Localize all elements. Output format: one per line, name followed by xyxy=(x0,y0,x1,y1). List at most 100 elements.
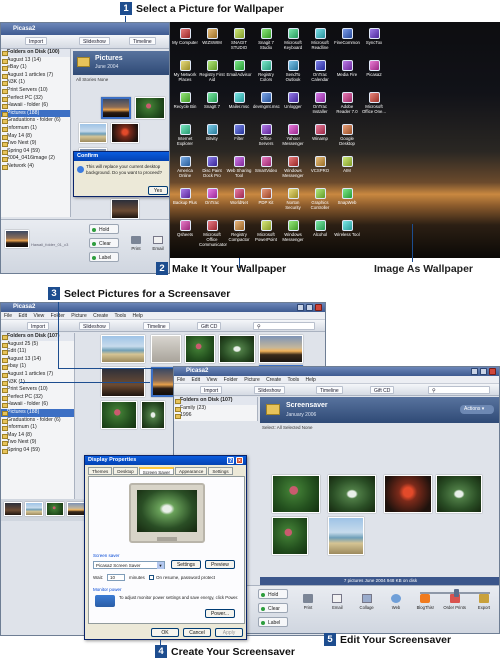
desktop-shortcut[interactable]: Picasa2 xyxy=(361,60,387,77)
desktop-shortcut[interactable]: Windows Messenger xyxy=(280,220,306,242)
folder-item-selected[interactable]: Pictures (188) xyxy=(1,109,70,118)
thumbnail[interactable] xyxy=(328,475,376,513)
import-button[interactable]: Import xyxy=(25,37,48,45)
desktop-shortcut[interactable]: SendTo Outlook xyxy=(280,60,306,82)
folder-item[interactable]: Two Next (9) xyxy=(1,439,74,447)
menu-file[interactable]: File xyxy=(177,377,185,383)
thumbnail[interactable] xyxy=(185,335,215,363)
desktop-shortcut[interactable]: AIM xyxy=(334,156,360,173)
label-button[interactable]: Label xyxy=(258,617,288,627)
menu-picture[interactable]: Picture xyxy=(244,377,260,383)
thumbnail[interactable] xyxy=(141,401,165,429)
desktop-shortcut[interactable]: Unlogger xyxy=(280,92,306,109)
power-button[interactable]: Power... xyxy=(205,609,235,618)
folder-item[interactable]: Family (23) xyxy=(174,405,257,413)
folder-item[interactable]: Edit (11) xyxy=(1,348,74,356)
album-links[interactable]: All Stories None xyxy=(76,77,108,82)
desktop-shortcut[interactable]: Registry First Aid xyxy=(199,60,225,82)
folder-item[interactable]: Informum (1) xyxy=(1,125,70,133)
desktop-shortcut[interactable]: devmgmt.msc xyxy=(253,92,280,109)
folder-item[interactable]: Perfect PC (32) xyxy=(1,95,70,103)
desktop-shortcut[interactable]: Filter xyxy=(226,124,252,141)
hold-button[interactable]: Hold xyxy=(258,589,288,599)
chevron-down-icon[interactable]: ▼ xyxy=(157,562,164,569)
desktop-shortcut[interactable]: Office Servers xyxy=(253,124,279,146)
print-button[interactable]: Print xyxy=(127,234,145,256)
desktop-shortcut[interactable]: My Network Places xyxy=(172,60,198,82)
tab-appearance[interactable]: Appearance xyxy=(175,467,208,475)
thumbnail[interactable] xyxy=(436,475,482,513)
desktop-shortcut[interactable]: Qsheets xyxy=(172,220,198,237)
folder-item[interactable]: 2004_0416image (2) xyxy=(1,155,70,163)
desktop-shortcut[interactable]: OnTrac xyxy=(199,188,225,205)
desktop-shortcut[interactable]: My Computer xyxy=(172,28,198,45)
desktop-shortcut[interactable]: Microsoft Office Communicator xyxy=(199,220,227,247)
menu-picture[interactable]: Picture xyxy=(71,313,87,319)
slideshow-button[interactable]: Slideshow xyxy=(79,322,110,330)
desktop-shortcut[interactable]: Microsoft Readline xyxy=(307,28,333,50)
desktop-shortcut[interactable]: Graphics Controller xyxy=(307,188,333,210)
actions-button[interactable]: Actions ▾ xyxy=(460,405,494,414)
menu-help[interactable]: Help xyxy=(133,313,143,319)
print-button[interactable]: Print xyxy=(296,592,320,628)
import-button[interactable]: Import xyxy=(27,322,50,330)
desktop-shortcut[interactable]: Registry Compactor xyxy=(226,220,252,242)
folder-item[interactable]: Graduations - folder (6) xyxy=(1,117,70,125)
desktop-shortcut[interactable]: PDP Kit xyxy=(253,188,279,205)
search-input[interactable]: ⚲ xyxy=(428,386,490,394)
desktop-shortcut[interactable]: VCSPRO xyxy=(307,156,333,173)
thumbnail[interactable] xyxy=(135,97,165,119)
settings-button[interactable]: Settings xyxy=(171,560,201,569)
thumbnail[interactable] xyxy=(101,335,145,363)
screensaver-select[interactable]: Picasa2 Screen Saver ▼ xyxy=(93,561,165,569)
desktop-shortcut[interactable]: SyncTox xyxy=(361,28,387,45)
thumbnail[interactable] xyxy=(111,199,139,219)
import-button[interactable]: Import xyxy=(200,386,223,394)
email-button[interactable]: Email xyxy=(149,234,167,256)
folder-item[interactable]: August 1 articles (7) xyxy=(1,72,70,80)
folder-item[interactable]: August 13 (14) xyxy=(1,57,70,65)
folder-item[interactable]: Two Next (9) xyxy=(1,140,70,148)
maximize-icon[interactable] xyxy=(480,368,487,375)
folder-item[interactable]: May 14 (8) xyxy=(1,432,74,440)
slideshow-button[interactable]: Slideshow xyxy=(254,386,285,394)
thumbnail-selected[interactable] xyxy=(101,97,131,119)
menu-view[interactable]: View xyxy=(33,313,44,319)
folder-item[interactable]: N3K (1) xyxy=(1,79,70,87)
order-prints-button[interactable]: Order Prints xyxy=(443,592,467,628)
thumbnail[interactable] xyxy=(272,475,320,513)
export-button[interactable]: Export xyxy=(472,592,496,628)
desktop-shortcut[interactable]: Disc Paint Dock Pro xyxy=(199,156,225,178)
label-button[interactable]: Label xyxy=(89,252,119,262)
gift-cd-button[interactable]: Gift CD xyxy=(197,322,222,330)
maximize-icon[interactable] xyxy=(306,304,313,311)
desktop-shortcut[interactable]: Windows Messenger xyxy=(280,156,306,178)
desktop-shortcut[interactable]: WorldNet xyxy=(226,188,252,205)
menu-tools[interactable]: Tools xyxy=(114,313,126,319)
menu-folder[interactable]: Folder xyxy=(224,377,238,383)
desktop-shortcut[interactable]: Media Fire xyxy=(334,60,360,77)
desktop-shortcut[interactable]: Internet Explorer xyxy=(172,124,198,146)
desktop-shortcut[interactable]: Yahoo! Messenger xyxy=(280,124,306,146)
desktop-shortcut[interactable]: SnagIt 7 xyxy=(199,92,225,109)
menu-help[interactable]: Help xyxy=(306,377,316,383)
desktop-shortcut[interactable]: SnapWeb xyxy=(334,188,360,205)
thumbnail[interactable] xyxy=(384,475,432,513)
desktop-shortcut[interactable]: Wireless Tool xyxy=(334,220,360,237)
folders-header[interactable]: Folders on Disk (100) xyxy=(1,49,70,57)
web-button[interactable]: Web xyxy=(384,592,408,628)
desktop-shortcut[interactable]: Adobe Reader 7.0 xyxy=(334,92,360,114)
folder-item[interactable]: Hawaii - folder (6) xyxy=(1,102,70,110)
gift-cd-button[interactable]: Gift CD xyxy=(370,386,395,394)
cancel-button[interactable]: Cancel xyxy=(183,628,211,637)
menu-edit[interactable]: Edit xyxy=(18,313,27,319)
folder-item-selected[interactable]: Pictures (188) xyxy=(1,408,74,417)
clear-button[interactable]: Clear xyxy=(89,238,119,248)
blogthis-button[interactable]: BlogThis! xyxy=(413,592,437,628)
tab-desktop[interactable]: Desktop xyxy=(113,467,138,475)
desktop-shortcut[interactable]: Alcohol xyxy=(307,220,333,237)
menu-edit[interactable]: Edit xyxy=(191,377,200,383)
timeline-button[interactable]: Timeline xyxy=(129,37,156,45)
desktop-shortcut[interactable]: Microsoft Keyboard xyxy=(280,28,306,50)
thumbnail[interactable] xyxy=(219,335,255,363)
